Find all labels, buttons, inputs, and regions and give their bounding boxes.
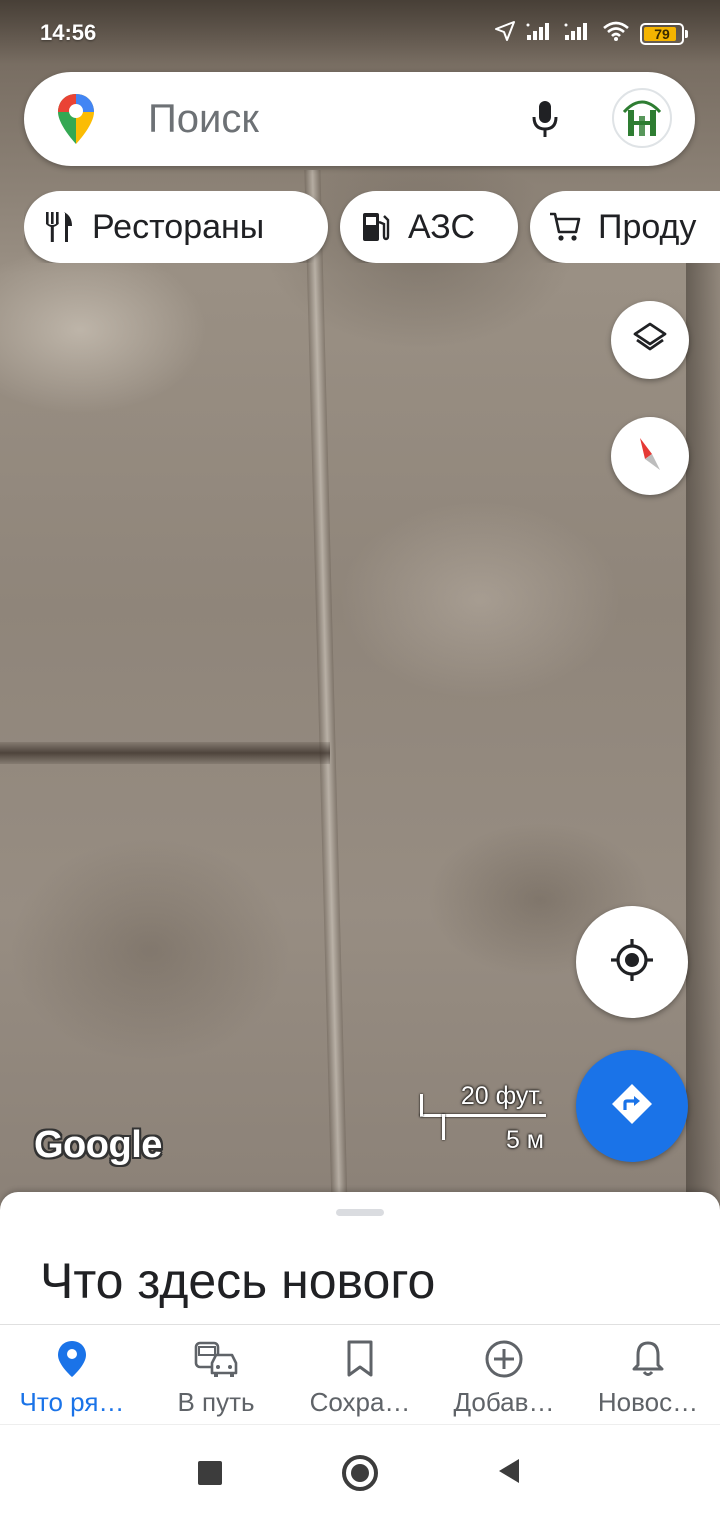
bell-icon bbox=[576, 1339, 720, 1379]
search-input[interactable] bbox=[148, 94, 528, 144]
shopping-cart-icon bbox=[548, 210, 582, 244]
nav-saved[interactable]: Сохра… bbox=[288, 1325, 432, 1425]
my-location-button[interactable] bbox=[576, 906, 688, 1018]
search-bar[interactable] bbox=[24, 72, 695, 166]
my-location-icon bbox=[609, 937, 655, 988]
nav-label: Сохра… bbox=[309, 1387, 411, 1417]
system-navigation-bar bbox=[0, 1424, 720, 1520]
home-button[interactable] bbox=[338, 1451, 382, 1495]
gas-station-icon bbox=[358, 210, 392, 244]
map-edge bbox=[686, 260, 720, 1260]
mic-icon[interactable] bbox=[524, 98, 566, 140]
google-logo: Google bbox=[34, 1124, 162, 1166]
explore-pin-icon bbox=[0, 1339, 144, 1379]
bottom-navigation: Что ря… В путь Сохра… Добав… Новос… bbox=[0, 1324, 720, 1424]
sheet-drag-handle[interactable] bbox=[336, 1209, 384, 1216]
layers-icon bbox=[632, 320, 668, 361]
directions-icon bbox=[610, 1082, 654, 1131]
nav-label: В путь bbox=[177, 1387, 255, 1417]
status-icons: 79 bbox=[494, 20, 688, 47]
recents-button[interactable] bbox=[188, 1451, 232, 1495]
map-seam bbox=[0, 742, 330, 764]
category-chips: Рестораны АЗС Проду bbox=[24, 191, 720, 263]
chip-gas-stations[interactable]: АЗС bbox=[340, 191, 518, 263]
battery-percent: 79 bbox=[654, 25, 670, 42]
back-triangle-icon bbox=[495, 1457, 521, 1490]
nav-label: Новос… bbox=[597, 1387, 699, 1417]
nav-label: Добав… bbox=[453, 1387, 555, 1417]
scale-imperial: 20 фут. bbox=[460, 1082, 544, 1110]
chip-label: АЗС bbox=[408, 207, 476, 246]
map-seam bbox=[304, 170, 348, 1210]
nav-commute[interactable]: В путь bbox=[144, 1325, 288, 1425]
compass-icon bbox=[630, 434, 670, 479]
home-dot bbox=[351, 1464, 369, 1482]
bottom-sheet[interactable]: Что здесь нового bbox=[0, 1192, 720, 1332]
circle-icon bbox=[342, 1455, 378, 1491]
signal-icon bbox=[526, 21, 554, 46]
scale-line bbox=[420, 1114, 546, 1117]
scale-metric: 5 м bbox=[505, 1126, 544, 1154]
location-arrow-icon bbox=[494, 20, 516, 47]
nav-updates[interactable]: Новос… bbox=[576, 1325, 720, 1425]
chip-label: Проду bbox=[598, 207, 697, 246]
square-icon bbox=[198, 1461, 222, 1485]
chip-restaurants[interactable]: Рестораны bbox=[24, 191, 328, 263]
restaurant-icon bbox=[42, 210, 76, 244]
scale-tick bbox=[420, 1094, 423, 1116]
wifi-icon bbox=[602, 20, 630, 47]
directions-button[interactable] bbox=[576, 1050, 688, 1162]
google-maps-pin-icon bbox=[56, 92, 96, 146]
signal-icon bbox=[564, 21, 592, 46]
chip-groceries[interactable]: Проду bbox=[530, 191, 720, 263]
sheet-title: Что здесь нового bbox=[40, 1253, 436, 1309]
status-time: 14:56 bbox=[40, 20, 97, 45]
nav-contribute[interactable]: Добав… bbox=[432, 1325, 576, 1425]
nav-explore[interactable]: Что ря… bbox=[0, 1325, 144, 1425]
commute-icon bbox=[144, 1339, 288, 1379]
status-bar: 14:56 79 bbox=[0, 0, 720, 64]
nav-label: Что ря… bbox=[19, 1387, 125, 1417]
back-button[interactable] bbox=[486, 1451, 530, 1495]
layers-button[interactable] bbox=[611, 301, 689, 379]
scale-tick bbox=[442, 1114, 445, 1140]
chip-label: Рестораны bbox=[92, 207, 265, 246]
battery-icon: 79 bbox=[640, 22, 688, 45]
map-scale: 20 фут. 5 м bbox=[418, 1080, 548, 1154]
add-circle-icon bbox=[432, 1339, 576, 1379]
bookmark-icon bbox=[288, 1339, 432, 1379]
avatar[interactable] bbox=[612, 88, 672, 148]
compass-button[interactable] bbox=[611, 417, 689, 495]
